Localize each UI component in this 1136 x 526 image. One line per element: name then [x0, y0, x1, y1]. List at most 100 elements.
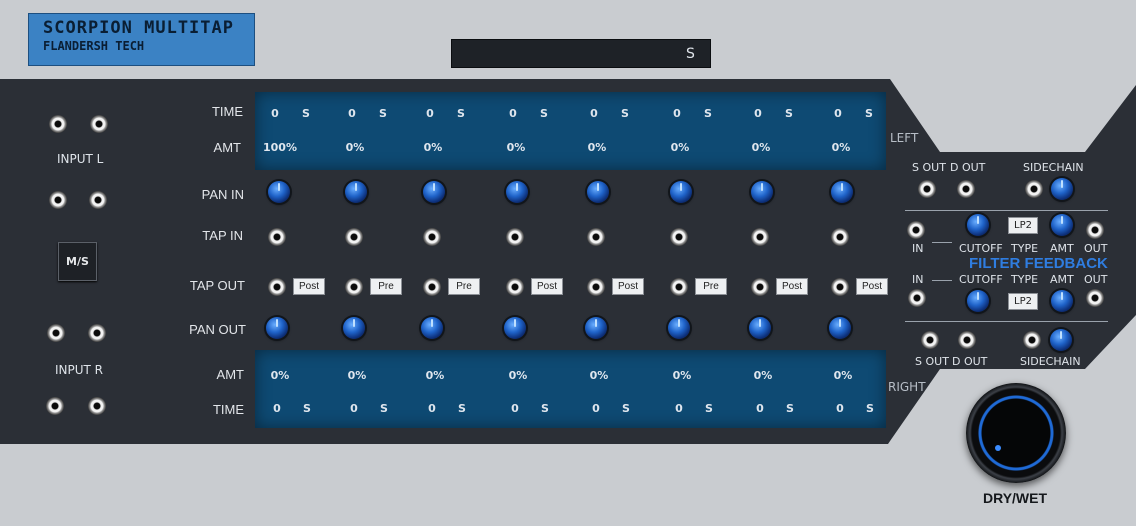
tap-5-amt-bottom[interactable]: 0%	[584, 369, 614, 382]
cutoff-knob-top[interactable]	[967, 214, 989, 236]
s-out-jack-bottom[interactable]	[921, 331, 939, 349]
cutoff-knob-bottom[interactable]	[967, 290, 989, 312]
tap-8-tap-in-jack[interactable]	[831, 228, 849, 246]
tap-8-mode-toggle[interactable]: Post	[856, 278, 888, 295]
filter-in-jack-top[interactable]	[907, 221, 925, 239]
tap-6-amt-bottom[interactable]: 0%	[667, 369, 697, 382]
tap-3-amt-top[interactable]: 0%	[418, 141, 448, 154]
tap-5-tap-out-jack[interactable]	[587, 278, 605, 296]
s-out-jack-top[interactable]	[918, 180, 936, 198]
input-r-jack-2[interactable]	[88, 324, 106, 342]
tap-6-tap-in-jack[interactable]	[670, 228, 688, 246]
tap-1-amt-bottom[interactable]: 0%	[265, 369, 295, 382]
tap-7-mode-toggle[interactable]: Post	[776, 278, 808, 295]
tap-7-pan-out-knob[interactable]	[749, 317, 771, 339]
tap-6-pan-in-knob[interactable]	[670, 181, 692, 203]
tap-3-pan-out-knob[interactable]	[421, 317, 443, 339]
ms-button[interactable]: M/S	[58, 242, 97, 281]
sidechain-jack-top[interactable]	[1025, 180, 1043, 198]
tap-6-tap-out-jack[interactable]	[670, 278, 688, 296]
tap-8-pan-out-knob[interactable]	[829, 317, 851, 339]
tap-5-mode-toggle[interactable]: Post	[612, 278, 644, 295]
tap-4-tap-out-jack[interactable]	[506, 278, 524, 296]
tap-4-time-bottom[interactable]: 0	[500, 402, 530, 415]
input-jack-3[interactable]	[49, 191, 67, 209]
tap-2-pan-in-knob[interactable]	[345, 181, 367, 203]
tap-4-tap-in-jack[interactable]	[506, 228, 524, 246]
tap-7-amt-top[interactable]: 0%	[746, 141, 776, 154]
tap-7-time-bottom[interactable]: 0	[745, 402, 775, 415]
sidechain-jack-bottom[interactable]	[1023, 331, 1041, 349]
tap-6-mode-toggle[interactable]: Pre	[695, 278, 727, 295]
tap-2-amt-top[interactable]: 0%	[340, 141, 370, 154]
filter-type-top[interactable]: LP2	[1008, 217, 1038, 234]
tap-5-time-bottom[interactable]: 0	[581, 402, 611, 415]
tap-5-pan-out-knob[interactable]	[585, 317, 607, 339]
tap-6-time-top[interactable]: 0	[662, 107, 692, 120]
tap-4-amt-top[interactable]: 0%	[501, 141, 531, 154]
input-l-jack-1[interactable]	[49, 115, 67, 133]
tap-1-time-top[interactable]: 0	[260, 107, 290, 120]
tap-1-tap-in-jack[interactable]	[268, 228, 286, 246]
tap-2-time-top[interactable]: 0	[337, 107, 367, 120]
tap-7-amt-bottom[interactable]: 0%	[748, 369, 778, 382]
tap-6-time-bottom[interactable]: 0	[664, 402, 694, 415]
input-r-jack-4[interactable]	[88, 397, 106, 415]
tap-8-pan-in-knob[interactable]	[831, 181, 853, 203]
amt-knob-top[interactable]	[1051, 214, 1073, 236]
tap-3-mode-toggle[interactable]: Pre	[448, 278, 480, 295]
tap-1-time-bottom[interactable]: 0	[262, 402, 292, 415]
tap-2-pan-out-knob[interactable]	[343, 317, 365, 339]
tap-1-tap-out-jack[interactable]	[268, 278, 286, 296]
tap-3-time-top[interactable]: 0	[415, 107, 445, 120]
d-out-jack-top[interactable]	[957, 180, 975, 198]
tap-5-tap-in-jack[interactable]	[587, 228, 605, 246]
tap-8-amt-top[interactable]: 0%	[826, 141, 856, 154]
tap-3-time-bottom[interactable]: 0	[417, 402, 447, 415]
sidechain-knob-bottom[interactable]	[1050, 329, 1072, 351]
amt-knob-bottom[interactable]	[1051, 290, 1073, 312]
tap-5-amt-top[interactable]: 0%	[582, 141, 612, 154]
input-l-jack-2[interactable]	[90, 115, 108, 133]
filter-type-bottom[interactable]: LP2	[1008, 293, 1038, 310]
tap-1-mode-toggle[interactable]: Post	[293, 278, 325, 295]
tap-2-amt-bottom[interactable]: 0%	[342, 369, 372, 382]
time-display[interactable]: S	[451, 39, 711, 68]
tap-8-time-top[interactable]: 0	[823, 107, 853, 120]
tap-8-amt-bottom[interactable]: 0%	[828, 369, 858, 382]
tap-3-tap-in-jack[interactable]	[423, 228, 441, 246]
tap-2-mode-toggle[interactable]: Pre	[370, 278, 402, 295]
tap-6-amt-top[interactable]: 0%	[665, 141, 695, 154]
drywet-knob[interactable]	[966, 383, 1066, 483]
tap-8-time-bottom[interactable]: 0	[825, 402, 855, 415]
tap-1-pan-in-knob[interactable]	[268, 181, 290, 203]
d-out-jack-bottom[interactable]	[958, 331, 976, 349]
tap-3-pan-in-knob[interactable]	[423, 181, 445, 203]
tap-7-tap-in-jack[interactable]	[751, 228, 769, 246]
tap-2-tap-in-jack[interactable]	[345, 228, 363, 246]
tap-6-pan-out-knob[interactable]	[668, 317, 690, 339]
sidechain-knob-top[interactable]	[1051, 178, 1073, 200]
tap-5-time-top[interactable]: 0	[579, 107, 609, 120]
input-jack-4[interactable]	[89, 191, 107, 209]
tap-4-pan-out-knob[interactable]	[504, 317, 526, 339]
filter-in-jack-bottom[interactable]	[908, 289, 926, 307]
tap-2-tap-out-jack[interactable]	[345, 278, 363, 296]
tap-8-tap-out-jack[interactable]	[831, 278, 849, 296]
tap-2-time-bottom[interactable]: 0	[339, 402, 369, 415]
tap-7-time-top[interactable]: 0	[743, 107, 773, 120]
filter-out-jack-top[interactable]	[1086, 221, 1104, 239]
tap-4-pan-in-knob[interactable]	[506, 181, 528, 203]
tap-4-amt-bottom[interactable]: 0%	[503, 369, 533, 382]
tap-7-tap-out-jack[interactable]	[751, 278, 769, 296]
tap-5-pan-in-knob[interactable]	[587, 181, 609, 203]
tap-7-pan-in-knob[interactable]	[751, 181, 773, 203]
tap-1-amt-top[interactable]: 100%	[263, 141, 297, 154]
tap-1-pan-out-knob[interactable]	[266, 317, 288, 339]
filter-out-jack-bottom[interactable]	[1086, 289, 1104, 307]
tap-4-mode-toggle[interactable]: Post	[531, 278, 563, 295]
tap-4-time-top[interactable]: 0	[498, 107, 528, 120]
input-r-jack-3[interactable]	[46, 397, 64, 415]
input-r-jack-1[interactable]	[47, 324, 65, 342]
tap-3-amt-bottom[interactable]: 0%	[420, 369, 450, 382]
